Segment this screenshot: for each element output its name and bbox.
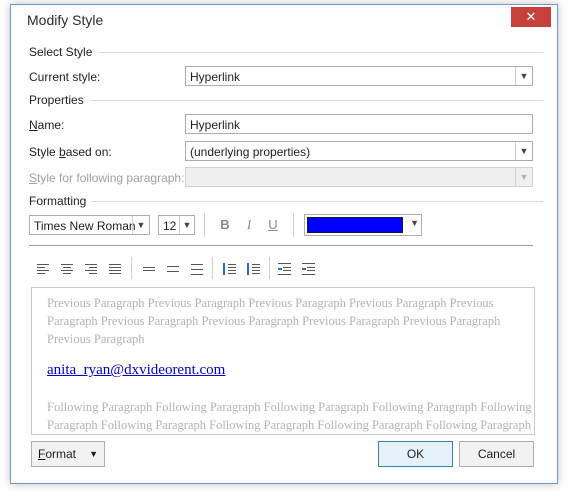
modify-style-dialog: Modify Style ✕ Select Style Current styl…	[10, 4, 558, 484]
name-label: Name:	[29, 118, 64, 132]
chevron-down-icon: ▼	[89, 449, 98, 459]
properties-heading: Properties	[29, 93, 90, 107]
chevron-down-icon: ▼	[515, 168, 532, 186]
increase-indent-button[interactable]	[299, 259, 319, 279]
font-family-value: Times New Roman	[34, 219, 136, 233]
decrease-indent-button[interactable]	[275, 259, 295, 279]
title-bar: Modify Style ✕	[11, 5, 557, 35]
following-paragraph-label: Style for following paragraph:	[29, 171, 184, 185]
properties-divider	[29, 100, 543, 101]
align-right-button[interactable]	[81, 259, 101, 279]
toolbar-separator	[269, 257, 270, 279]
select-style-heading: Select Style	[29, 45, 99, 59]
font-size-dropdown[interactable]: 12 ▼	[158, 215, 195, 235]
font-color-picker[interactable]: ▼	[304, 214, 422, 236]
chevron-down-icon: ▼	[515, 142, 532, 160]
current-style-dropdown[interactable]: Hyperlink ▼	[185, 66, 533, 86]
style-based-on-value: (underlying properties)	[190, 145, 311, 159]
font-size-value: 12	[163, 219, 177, 233]
decrease-paragraph-spacing-button[interactable]	[243, 259, 263, 279]
following-paragraph-sample: Following Paragraph Following Paragraph …	[47, 400, 532, 432]
style-based-on-label: Style based on:	[29, 145, 112, 159]
formatting-separator	[29, 245, 533, 246]
name-field[interactable]: Hyperlink	[185, 114, 533, 134]
toolbar-separator	[204, 213, 205, 237]
based-on-label-a: Style	[29, 145, 60, 159]
font-family-dropdown[interactable]: Times New Roman ▼	[29, 215, 150, 235]
select-style-divider	[29, 52, 543, 53]
italic-button[interactable]: I	[239, 215, 259, 235]
style-based-on-dropdown[interactable]: (underlying properties) ▼	[185, 141, 533, 161]
formatting-heading: Formatting	[29, 194, 93, 208]
underline-icon: U	[268, 217, 278, 232]
current-style-label: Current style:	[29, 70, 101, 84]
style-preview: Previous Paragraph Previous Paragraph Pr…	[31, 287, 535, 435]
double-spacing-button[interactable]	[187, 259, 207, 279]
following-paragraph-dropdown: ▼	[185, 167, 533, 187]
name-label-text: ame:	[37, 118, 65, 132]
close-icon: ✕	[525, 9, 537, 24]
following-label-text: tyle for following paragraph:	[37, 171, 185, 185]
based-on-label-b: ased on:	[65, 145, 112, 159]
justify-button[interactable]	[105, 259, 125, 279]
name-value: Hyperlink	[190, 118, 241, 132]
preview-hyperlink-sample: anita_ryan@dxvideorent.com	[47, 362, 226, 378]
font-color-swatch	[307, 217, 403, 233]
toolbar-separator	[293, 213, 294, 237]
dialog-title: Modify Style	[27, 12, 104, 28]
one-half-spacing-button[interactable]	[163, 259, 183, 279]
toolbar-separator	[131, 257, 132, 279]
cancel-button[interactable]: Cancel	[459, 441, 534, 467]
underline-button[interactable]: U	[263, 215, 283, 235]
chevron-down-icon: ▼	[179, 216, 194, 234]
following-label-accel: S	[29, 171, 38, 185]
format-label: ormat	[45, 447, 77, 461]
formatting-divider	[29, 201, 543, 202]
ok-button[interactable]: OK	[378, 441, 453, 467]
toolbar-separator	[212, 257, 213, 279]
align-left-button[interactable]	[33, 259, 53, 279]
align-center-button[interactable]	[57, 259, 77, 279]
bold-icon: B	[220, 217, 230, 232]
current-style-value: Hyperlink	[190, 70, 241, 84]
single-spacing-button[interactable]	[139, 259, 159, 279]
chevron-down-icon: ▼	[132, 216, 149, 234]
based-on-label-accel: b	[59, 145, 66, 159]
chevron-down-icon: ▼	[515, 67, 532, 85]
italic-icon: I	[246, 217, 252, 232]
chevron-down-icon: ▼	[410, 218, 419, 228]
format-button[interactable]: Format ▼	[31, 441, 105, 467]
increase-paragraph-spacing-button[interactable]	[219, 259, 239, 279]
bold-button[interactable]: B	[215, 215, 235, 235]
close-button[interactable]: ✕	[511, 7, 551, 27]
previous-paragraph-sample: Previous Paragraph Previous Paragraph Pr…	[47, 296, 501, 346]
name-label-accel: N	[29, 118, 38, 132]
